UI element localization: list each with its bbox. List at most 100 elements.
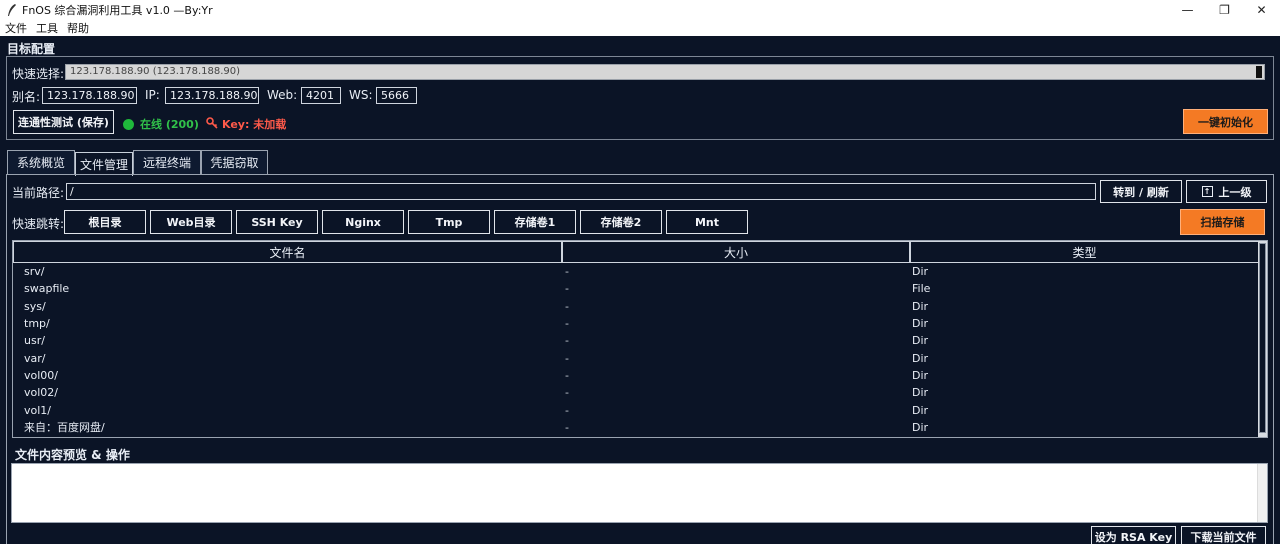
- column-header-size[interactable]: 大小: [562, 241, 910, 263]
- cell-name: vol1/: [24, 403, 52, 417]
- table-row[interactable]: srv/ - Dir: [13, 263, 1259, 280]
- table-row[interactable]: tmp/ - Dir: [13, 315, 1259, 332]
- table-scrollbar[interactable]: [1258, 241, 1267, 437]
- quick-select-dropdown[interactable]: 123.178.188.90 (123.178.188.90): [65, 64, 1265, 80]
- cell-type: Dir: [912, 334, 929, 348]
- cell-size: -: [565, 299, 569, 313]
- set-rsa-key-button[interactable]: 设为 RSA Key: [1091, 526, 1176, 544]
- table-row[interactable]: vol00/ - Dir: [13, 367, 1259, 384]
- window-controls: — ❐ ✕: [1169, 0, 1280, 20]
- tab-remote-terminal[interactable]: 远程终端: [133, 150, 201, 174]
- file-preview-textarea[interactable]: [11, 463, 1268, 523]
- scan-storage-button[interactable]: 扫描存储: [1180, 209, 1265, 235]
- cell-size: -: [565, 334, 569, 348]
- feather-icon: [4, 2, 20, 18]
- alias-label: 别名:: [12, 90, 41, 104]
- one-click-init-button[interactable]: 一键初始化: [1183, 109, 1268, 134]
- cell-size: -: [565, 368, 569, 382]
- jump-vol2-button[interactable]: 存储卷2: [580, 210, 662, 234]
- online-dot-icon: [123, 118, 134, 130]
- key-icon: [206, 116, 218, 132]
- alias-input[interactable]: 123.178.188.90: [42, 87, 137, 104]
- table-row[interactable]: 来自：百度网盘/ - Dir: [13, 419, 1259, 436]
- preview-title: 文件内容预览 & 操作: [15, 448, 130, 462]
- cell-name: vol02/: [24, 386, 58, 400]
- cell-name: srv/: [24, 265, 45, 279]
- cell-type: Dir: [912, 351, 929, 365]
- ip-input[interactable]: 123.178.188.90: [165, 87, 259, 104]
- table-row[interactable]: vol02/ - Dir: [13, 384, 1259, 401]
- tab-file-manager[interactable]: 文件管理: [75, 152, 133, 176]
- up-arrow-icon: ↑: [1201, 186, 1213, 197]
- cell-type: Dir: [912, 368, 929, 382]
- download-file-button[interactable]: 下载当前文件: [1181, 526, 1266, 544]
- cell-type: Dir: [912, 317, 929, 331]
- goto-refresh-button[interactable]: 转到 / 刷新: [1100, 180, 1182, 203]
- up-level-label: 上一级: [1218, 185, 1252, 199]
- cell-type: Dir: [912, 265, 929, 279]
- cell-name: 来自：百度网盘/: [24, 421, 105, 435]
- cell-size: -: [565, 420, 569, 434]
- cell-type: Dir: [912, 420, 929, 434]
- quick-select-label: 快速选择:: [12, 67, 65, 81]
- menu-bar: 文件 工具 帮助: [0, 20, 1280, 36]
- target-config-title: 目标配置: [7, 42, 56, 56]
- ws-port-label: WS:: [349, 88, 373, 102]
- current-path-label: 当前路径:: [12, 186, 65, 200]
- column-header-type[interactable]: 类型: [910, 241, 1259, 263]
- cell-name: sys/: [24, 299, 46, 313]
- cell-size: -: [565, 282, 569, 296]
- table-body: srv/ - Dir swapfile - File sys/ - Dir tmp/ - Dir…: [13, 263, 1259, 436]
- preview-scrollbar[interactable]: [1257, 464, 1267, 522]
- current-path-input[interactable]: /: [66, 183, 1096, 200]
- cell-name: swapfile: [24, 282, 70, 296]
- jump-web-button[interactable]: Web目录: [150, 210, 232, 234]
- table-header: 文件名 大小 类型: [13, 241, 1259, 263]
- jump-tmp-button[interactable]: Tmp: [408, 210, 490, 234]
- cell-size: -: [565, 351, 569, 365]
- dropdown-arrow-icon[interactable]: [1256, 66, 1262, 78]
- table-row[interactable]: sys/ - Dir: [13, 298, 1259, 315]
- cell-name: tmp/: [24, 317, 50, 331]
- online-status: 在线 (200): [123, 116, 199, 132]
- cell-type: Dir: [912, 299, 929, 313]
- close-button[interactable]: ✕: [1243, 0, 1280, 20]
- cell-name: var/: [24, 351, 46, 365]
- cell-size: -: [565, 386, 569, 400]
- connectivity-test-button[interactable]: 连通性测试 (保存): [13, 110, 114, 134]
- minimize-button[interactable]: —: [1169, 0, 1206, 20]
- jump-ssh-key-button[interactable]: SSH Key: [236, 210, 318, 234]
- menu-help[interactable]: 帮助: [67, 20, 89, 36]
- web-port-label: Web:: [267, 88, 298, 102]
- cell-size: -: [565, 265, 569, 279]
- jump-nginx-button[interactable]: Nginx: [322, 210, 404, 234]
- up-level-button[interactable]: ↑ 上一级: [1186, 180, 1267, 203]
- table-row[interactable]: usr/ - Dir: [13, 332, 1259, 349]
- cell-type: File: [912, 282, 931, 296]
- window-title: FnOS 综合漏洞利用工具 v1.0 —By:Yr: [22, 4, 213, 17]
- file-table: 文件名 大小 类型 srv/ - Dir swapfile - File sys/ - Di…: [12, 240, 1268, 438]
- scrollbar-thumb[interactable]: [1259, 243, 1266, 433]
- ip-label: IP:: [145, 88, 160, 102]
- tab-credential-theft[interactable]: 凭据窃取: [201, 150, 268, 174]
- cell-type: Dir: [912, 386, 929, 400]
- tab-system-overview[interactable]: 系统概览: [7, 150, 75, 174]
- quick-select-value: 123.178.188.90 (123.178.188.90): [70, 66, 241, 77]
- maximize-button[interactable]: ❐: [1206, 0, 1243, 20]
- menu-tools[interactable]: 工具: [36, 20, 58, 36]
- jump-mnt-button[interactable]: Mnt: [666, 210, 748, 234]
- table-row[interactable]: var/ - Dir: [13, 349, 1259, 366]
- column-header-name[interactable]: 文件名: [13, 241, 562, 263]
- title-bar: FnOS 综合漏洞利用工具 v1.0 —By:Yr — ❐ ✕: [0, 0, 1280, 20]
- quick-jump-label: 快速跳转:: [12, 217, 65, 231]
- key-status-text: Key: 未加载: [222, 118, 287, 131]
- cell-size: -: [565, 317, 569, 331]
- table-row[interactable]: vol1/ - Dir: [13, 401, 1259, 418]
- ws-port-input[interactable]: 5666: [376, 87, 417, 104]
- jump-root-button[interactable]: 根目录: [64, 210, 146, 234]
- online-status-text: 在线 (200): [140, 118, 199, 131]
- menu-file[interactable]: 文件: [5, 20, 27, 36]
- jump-vol1-button[interactable]: 存储卷1: [494, 210, 576, 234]
- table-row[interactable]: swapfile - File: [13, 280, 1259, 297]
- web-port-input[interactable]: 4201: [301, 87, 341, 104]
